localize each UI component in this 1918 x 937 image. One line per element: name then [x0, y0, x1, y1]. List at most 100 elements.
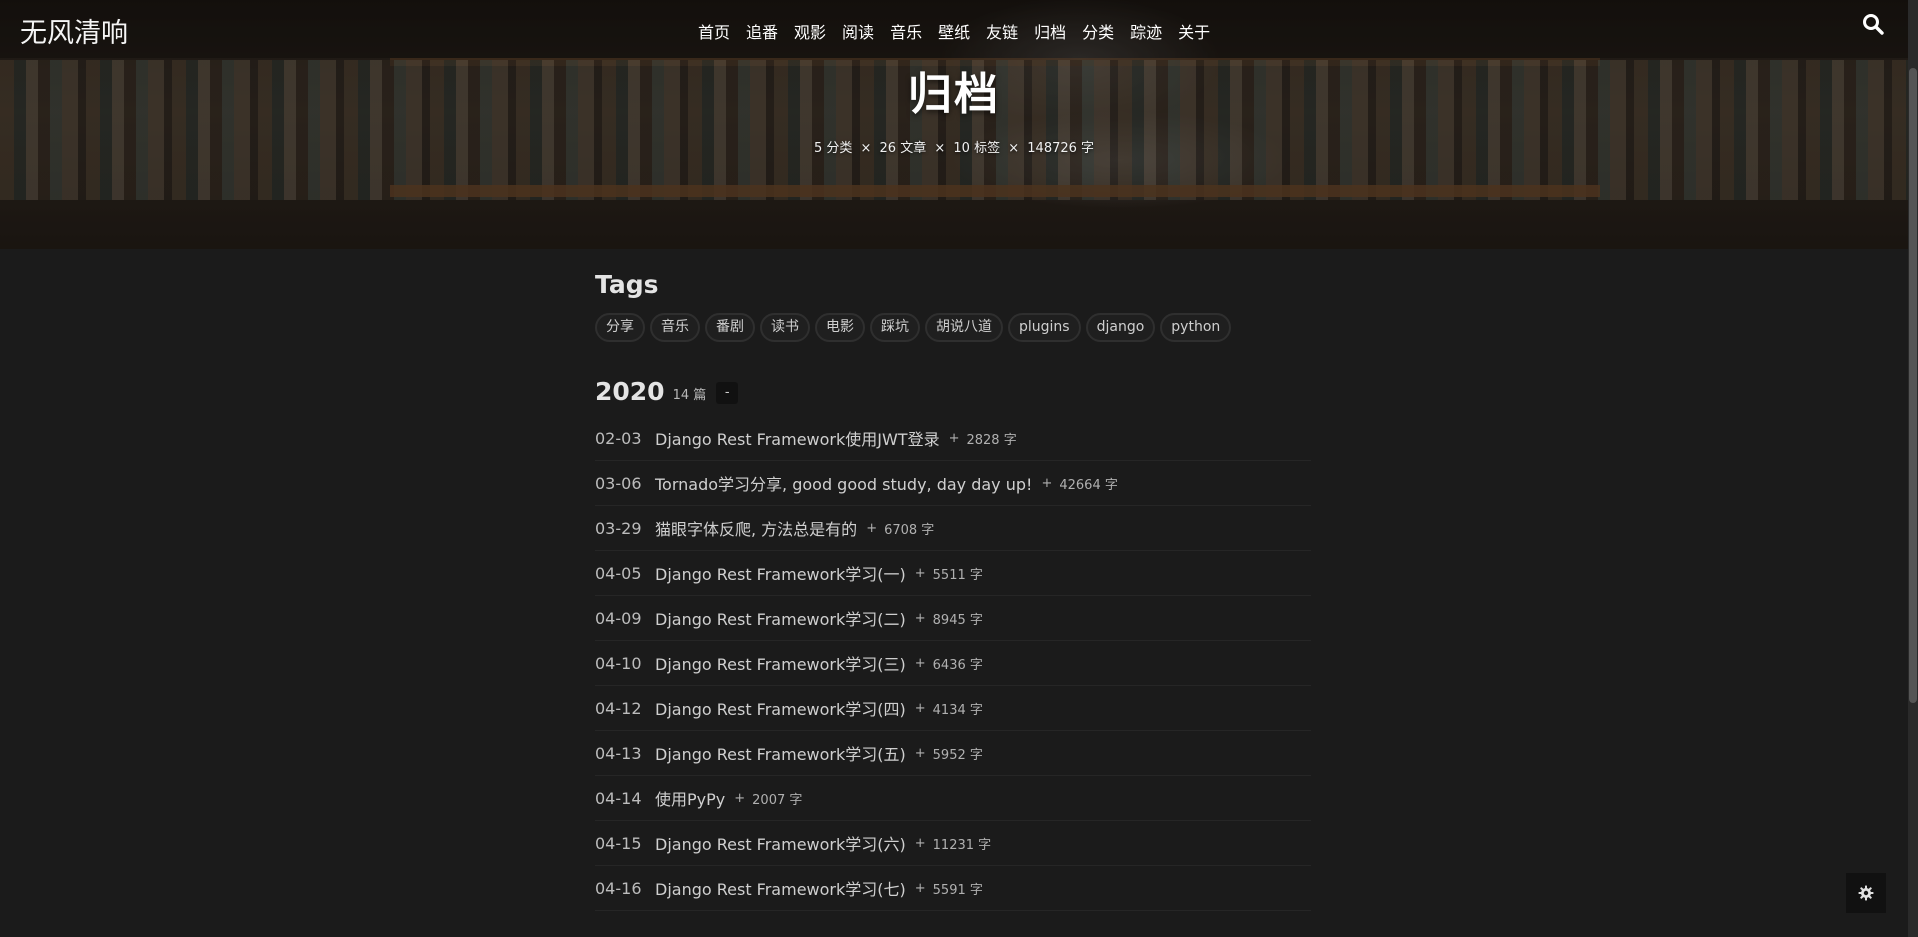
year-collapse-button[interactable]: - [716, 382, 739, 404]
year-header: 2020 14 篇 - [595, 376, 1311, 406]
nav-item-movies[interactable]: 观影 [786, 19, 834, 43]
search-button[interactable] [1862, 13, 1886, 37]
post-date: 04-09 [595, 608, 642, 628]
post-list: 02-03 Django Rest Framework使用JWT登录 +2828 字… [595, 416, 1311, 911]
stat-separator: × [934, 141, 946, 156]
post-title-link[interactable]: Django Rest Framework学习(五) [655, 741, 906, 765]
nav-item-home[interactable]: 首页 [690, 19, 738, 43]
year-label: 2020 [595, 376, 665, 406]
page-scrollbar[interactable] [1908, 0, 1918, 937]
post-word-count: 4134 字 [932, 702, 983, 718]
post-word-count-separator: + [914, 700, 926, 716]
post-row: 03-06 Tornado学习分享, good good study, day d… [595, 461, 1311, 506]
post-word-count-separator: + [1041, 475, 1053, 491]
post-word-count: 5952 字 [932, 747, 983, 763]
post-date: 04-16 [595, 878, 642, 898]
settings-button[interactable] [1846, 873, 1886, 913]
nav-item-categories[interactable]: 分类 [1074, 19, 1122, 43]
post-word-count-separator: + [866, 520, 878, 536]
nav-item-wallpaper[interactable]: 壁纸 [930, 19, 978, 43]
post-word-count-separator: + [914, 610, 926, 626]
post-word-count: 8945 字 [932, 612, 983, 628]
tag-plugins[interactable]: plugins [1008, 313, 1081, 342]
tag-pitfalls[interactable]: 踩坑 [870, 313, 920, 342]
post-row: 04-14 使用PyPy +2007 字 [595, 776, 1311, 821]
tag-list: 分享 音乐 番剧 读书 电影 踩坑 胡说八道 plugins django py… [595, 313, 1311, 342]
post-word-count-separator: + [914, 565, 926, 581]
tag-music[interactable]: 音乐 [650, 313, 700, 342]
post-date: 02-03 [595, 428, 642, 448]
post-row: 03-29 猫眼字体反爬, 方法总是有的 +6708 字 [595, 506, 1311, 551]
nav-item-footprints[interactable]: 踪迹 [1122, 19, 1170, 43]
post-row: 04-15 Django Rest Framework学习(六) +11231 字 [595, 821, 1311, 866]
stat-words: 148726 字 [1027, 141, 1095, 156]
post-word-count: 2007 字 [752, 792, 803, 808]
archive-content: Tags 分享 音乐 番剧 读书 电影 踩坑 胡说八道 plugins djan… [595, 270, 1311, 911]
post-word-count-separator: + [914, 745, 926, 761]
post-word-count: 2828 字 [966, 432, 1017, 448]
post-title-link[interactable]: Django Rest Framework学习(六) [655, 831, 906, 855]
post-title-link[interactable]: Django Rest Framework学习(七) [655, 876, 906, 900]
post-row: 04-13 Django Rest Framework学习(五) +5952 字 [595, 731, 1311, 776]
year-post-count: 14 篇 [672, 387, 707, 403]
nav-item-archive[interactable]: 归档 [1026, 19, 1074, 43]
post-word-count-separator: + [914, 655, 926, 671]
stat-tags: 10 标签 [953, 141, 1001, 156]
post-row: 04-05 Django Rest Framework学习(一) +5511 字 [595, 551, 1311, 596]
nav-item-about[interactable]: 关于 [1170, 19, 1218, 43]
site-brand-link[interactable]: 无风清响 [20, 11, 128, 50]
post-title-link[interactable]: Django Rest Framework使用JWT登录 [655, 426, 940, 450]
post-word-count: 6708 字 [884, 522, 935, 538]
post-row: 04-16 Django Rest Framework学习(七) +5591 字 [595, 866, 1311, 911]
stat-articles: 26 文章 [879, 141, 927, 156]
top-navbar: 无风清响 首页 追番 观影 阅读 音乐 壁纸 友链 归档 分类 踪迹 关于 [0, 0, 1908, 58]
post-word-count: 42664 字 [1059, 477, 1118, 493]
post-date: 04-13 [595, 743, 642, 763]
post-word-count: 6436 字 [932, 657, 983, 673]
page-title: 归档 [908, 69, 1000, 120]
post-word-count-separator: + [948, 430, 960, 446]
post-word-count-separator: + [914, 835, 926, 851]
post-word-count-separator: + [734, 790, 746, 806]
post-title-link[interactable]: Django Rest Framework学习(一) [655, 561, 906, 585]
post-row: 04-12 Django Rest Framework学习(四) +4134 字 [595, 686, 1311, 731]
post-title-link[interactable]: 猫眼字体反爬, 方法总是有的 [655, 516, 857, 540]
post-title-link[interactable]: Django Rest Framework学习(二) [655, 606, 906, 630]
tags-heading: Tags [595, 270, 659, 299]
nav-item-reading[interactable]: 阅读 [834, 19, 882, 43]
stat-categories: 5 分类 [813, 141, 853, 156]
tag-share[interactable]: 分享 [595, 313, 645, 342]
gear-icon [1858, 885, 1874, 901]
post-word-count-separator: + [914, 880, 926, 896]
stat-separator: × [1008, 141, 1020, 156]
post-title-link[interactable]: Django Rest Framework学习(三) [655, 651, 906, 675]
post-title-link[interactable]: Django Rest Framework学习(四) [655, 696, 906, 720]
tag-python[interactable]: python [1160, 313, 1232, 342]
tag-reading[interactable]: 读书 [760, 313, 810, 342]
post-date: 03-06 [595, 473, 642, 493]
post-title-link[interactable]: Tornado学习分享, good good study, day day up… [655, 471, 1032, 495]
nav-item-friends[interactable]: 友链 [978, 19, 1026, 43]
scrollbar-thumb[interactable] [1909, 68, 1917, 703]
post-row: 04-10 Django Rest Framework学习(三) +6436 字 [595, 641, 1311, 686]
tag-django[interactable]: django [1085, 313, 1156, 342]
search-icon [1863, 14, 1884, 35]
post-word-count: 11231 字 [932, 837, 992, 853]
post-date: 04-15 [595, 833, 642, 853]
post-row: 02-03 Django Rest Framework使用JWT登录 +2828 字 [595, 416, 1311, 461]
post-word-count: 5591 字 [932, 882, 983, 898]
post-date: 04-14 [595, 788, 642, 808]
nav-item-anime[interactable]: 追番 [738, 19, 786, 43]
post-date: 03-29 [595, 518, 642, 538]
nav-item-music[interactable]: 音乐 [882, 19, 930, 43]
stat-separator: × [860, 141, 872, 156]
post-title-link[interactable]: 使用PyPy [655, 786, 725, 810]
post-row: 04-09 Django Rest Framework学习(二) +8945 字 [595, 596, 1311, 641]
tag-nonsense[interactable]: 胡说八道 [925, 313, 1003, 342]
post-date: 04-05 [595, 563, 642, 583]
archive-stats: 5 分类 × 26 文章 × 10 标签 × 148726 字 [0, 137, 1908, 156]
tag-movies[interactable]: 电影 [815, 313, 865, 342]
tag-anime[interactable]: 番剧 [705, 313, 755, 342]
post-date: 04-12 [595, 698, 642, 718]
post-date: 04-10 [595, 653, 642, 673]
